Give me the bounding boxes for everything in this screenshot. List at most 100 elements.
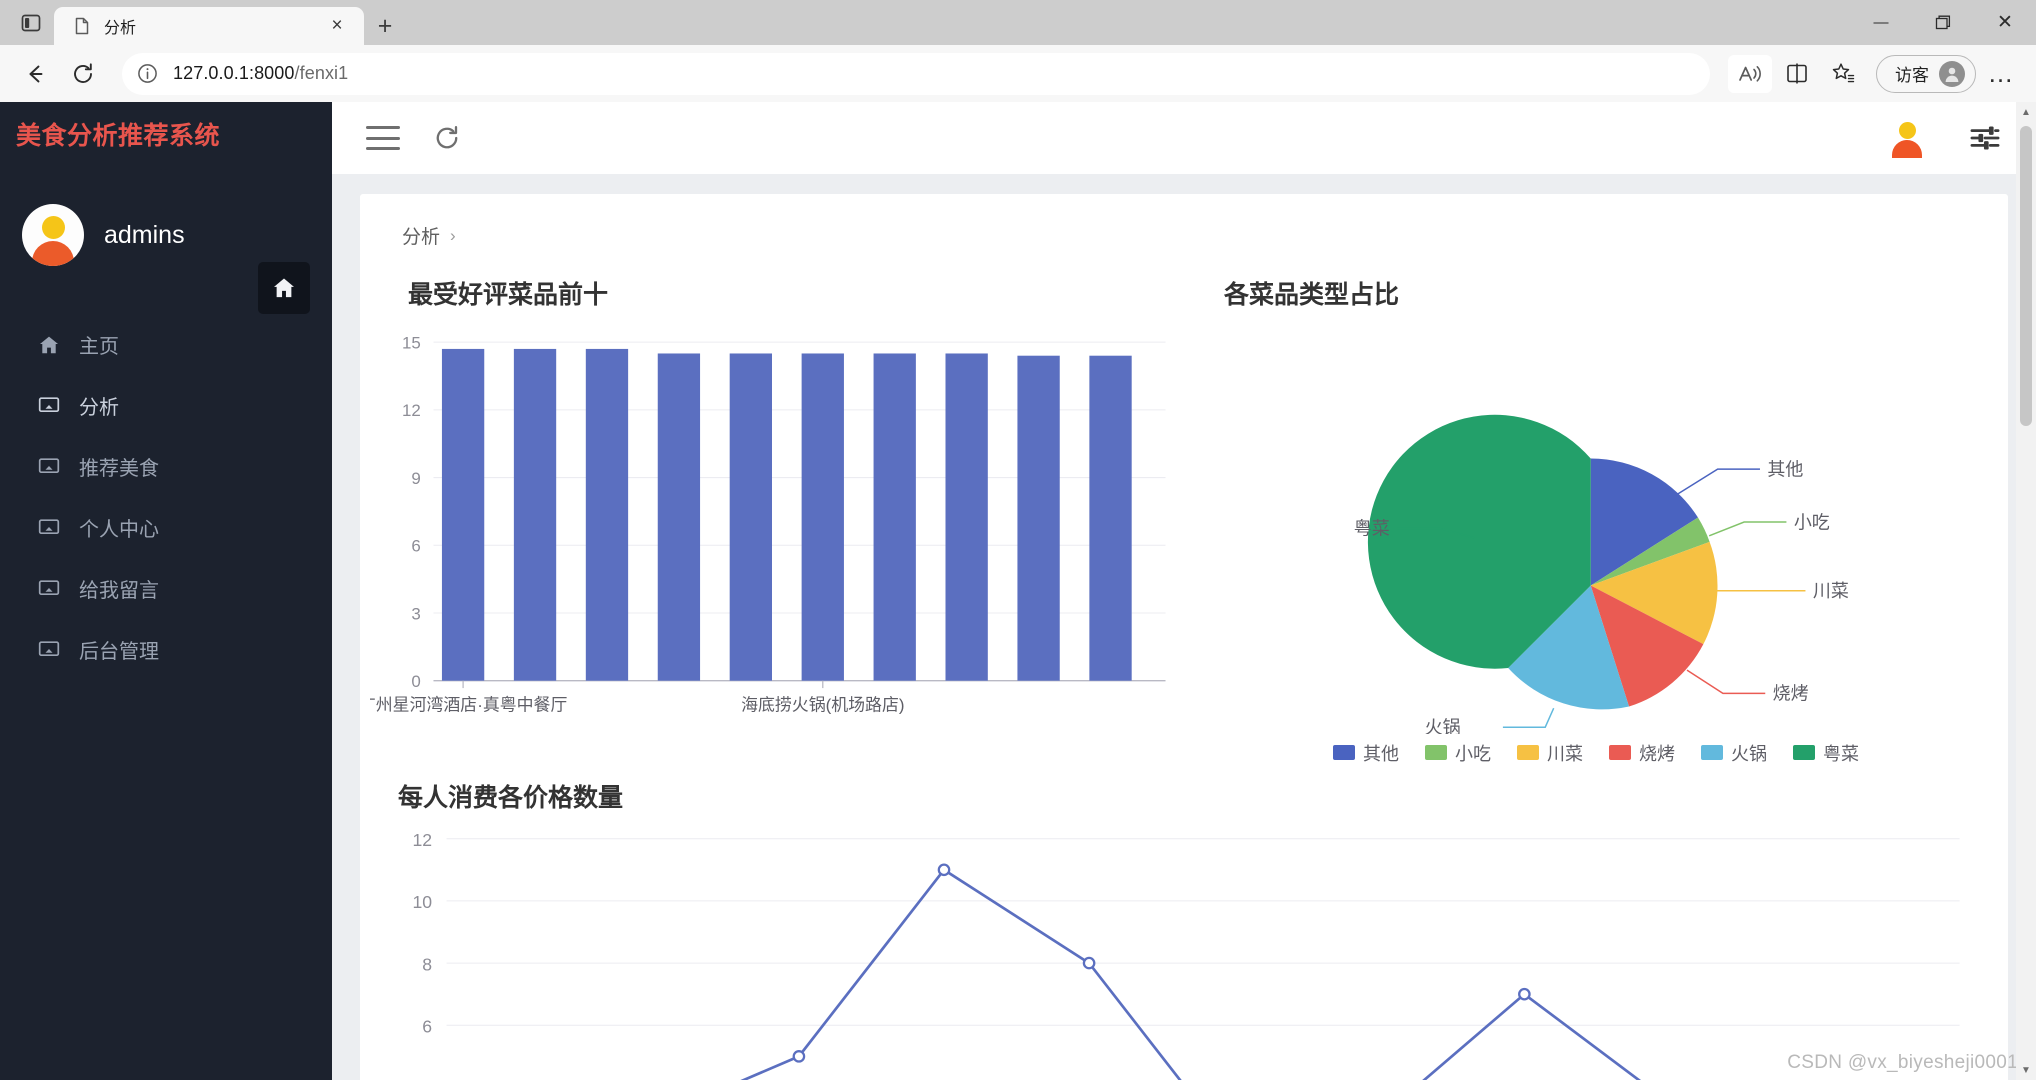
scroll-down-arrow[interactable]: ▼ (2016, 1060, 2036, 1080)
legend-item-sichuan[interactable]: 川菜 (1517, 740, 1583, 766)
split-screen-icon[interactable] (1776, 53, 1818, 95)
sidebar-item-home[interactable]: 主页 (0, 314, 332, 375)
legend-item-other[interactable]: 其他 (1333, 740, 1399, 766)
hamburger-icon[interactable] (366, 126, 400, 150)
home-shortcut-button[interactable] (258, 262, 310, 314)
analysis-card: 分析 › 最受好评菜品前十 15 12 9 6 3 0 广州星河湾酒店·真粤中餐… (360, 194, 2008, 1080)
pie-label-sichuan: 川菜 (1813, 581, 1849, 601)
close-icon[interactable]: × (322, 11, 352, 41)
legend-label: 火锅 (1731, 743, 1767, 764)
bar-series (441, 348, 1132, 681)
bar (657, 353, 701, 681)
sidebar-item-profile[interactable]: 个人中心 (0, 497, 332, 558)
pie-legend: 其他 小吃 川菜 烧烤 火锅 粤菜 (1194, 734, 1998, 766)
sidebar-nav: 主页 分析 推荐美食 个人中心 给我留言 后台管理 (0, 310, 332, 680)
legend-item-hotpot[interactable]: 火锅 (1701, 740, 1767, 766)
pie-slices (1367, 414, 1718, 710)
monitor-icon (36, 454, 62, 480)
user-name: admins (104, 220, 185, 249)
sliders-icon[interactable] (1968, 121, 2002, 155)
tab-actions-icon[interactable] (8, 0, 54, 45)
pie-label-cantonese: 粤菜 (1354, 519, 1390, 539)
read-aloud-icon[interactable] (1728, 54, 1772, 93)
line-point (937, 863, 951, 876)
url-path: /fenxi1 (294, 63, 349, 83)
legend-item-snack[interactable]: 小吃 (1425, 740, 1491, 766)
line-point (1518, 987, 1531, 1001)
y-tick-label: 10 (412, 892, 432, 912)
bar-chart-title: 最受好评菜品前十 (408, 281, 609, 309)
bar (513, 348, 557, 681)
bar (801, 353, 844, 681)
y-tick-label: 6 (422, 1016, 432, 1036)
legend-swatch (1701, 745, 1723, 761)
topbar-actions (1888, 119, 2002, 158)
home-icon (36, 332, 62, 358)
sidebar-item-label: 分析 (79, 397, 119, 419)
page-viewport: 美食分析推荐系统 admins 主页 分析 推荐美食 个人中心 给我留言 后台管… (0, 102, 2036, 1080)
bar-chart[interactable]: 15 12 9 6 3 0 广州星河湾酒店·真粤中餐厅 海底捞火锅(机场路店) (370, 321, 1174, 734)
sidebar-item-message[interactable]: 给我留言 (0, 558, 332, 619)
charts-row: 最受好评菜品前十 15 12 9 6 3 0 广州星河湾酒店·真粤中餐厅 海底捞… (360, 249, 2008, 766)
line-point (1082, 956, 1096, 969)
pie-chart[interactable]: 其他 小吃 川菜 烧烤 火锅 粤菜 (1194, 321, 1998, 734)
new-tab-button[interactable]: + (364, 7, 406, 45)
bar (1089, 355, 1132, 681)
sidebar-item-admin[interactable]: 后台管理 (0, 619, 332, 680)
info-icon[interactable] (136, 62, 159, 85)
sidebar-item-analysis[interactable]: 分析 (0, 375, 332, 436)
browser-window: 分析 × + — ✕ 127.0.0.1:8000/fenxi1 访客 … 美食… (0, 0, 2036, 1080)
vertical-scrollbar[interactable]: ▲ ▼ (2016, 102, 2036, 1080)
refresh-icon[interactable] (432, 123, 462, 153)
sidebar-item-label: 后台管理 (79, 641, 159, 663)
y-tick-label: 9 (411, 469, 420, 488)
y-tick-label: 15 (402, 334, 421, 353)
chevron-right-icon: › (450, 225, 456, 245)
user-avatar (22, 204, 84, 266)
favorites-icon[interactable] (1822, 53, 1864, 95)
minimize-button[interactable]: — (1850, 0, 1912, 45)
address-bar[interactable]: 127.0.0.1:8000/fenxi1 (122, 52, 1710, 95)
legend-item-bbq[interactable]: 烧烤 (1609, 740, 1675, 766)
legend-item-cantonese[interactable]: 粤菜 (1793, 740, 1859, 766)
browser-toolbar: 127.0.0.1:8000/fenxi1 访客 … (0, 45, 2036, 102)
pie-label-snack: 小吃 (1794, 512, 1830, 532)
y-tick-label: 8 (422, 954, 432, 974)
legend-label: 其他 (1363, 743, 1399, 764)
monitor-icon (36, 393, 62, 419)
more-settings-button[interactable]: … (1980, 53, 2022, 95)
profile-chip[interactable]: 访客 (1876, 54, 1976, 93)
legend-swatch (1517, 745, 1539, 761)
legend-swatch (1425, 745, 1447, 761)
content-scroll-area: 分析 › 最受好评菜品前十 15 12 9 6 3 0 广州星河湾酒店·真粤中餐… (332, 174, 2036, 1080)
sidebar-item-label: 推荐美食 (79, 458, 159, 480)
maximize-button[interactable] (1912, 0, 1974, 45)
pie-label-bbq: 烧烤 (1773, 684, 1809, 704)
y-tick-label: 12 (402, 401, 421, 420)
tab-strip: 分析 × + (0, 0, 406, 45)
back-button[interactable] (14, 53, 56, 95)
sidebar-item-label: 给我留言 (79, 580, 159, 602)
line-chart-title: 每人消费各价格数量 (398, 783, 624, 812)
bar (945, 353, 988, 681)
pie-chart-panel: 各菜品类型占比 其他 小吃 川菜 烧烤 火锅 粤菜 其他 小吃 川菜 烧烤 火锅… (1184, 249, 2008, 766)
breadcrumb-current[interactable]: 分析 (402, 222, 440, 249)
bar-chart-panel: 最受好评菜品前十 15 12 9 6 3 0 广州星河湾酒店·真粤中餐厅 海底捞… (360, 249, 1184, 766)
bar (729, 353, 772, 681)
breadcrumb: 分析 › (360, 194, 2008, 249)
sidebar-item-recommend[interactable]: 推荐美食 (0, 436, 332, 497)
bar (441, 348, 485, 681)
line-chart[interactable]: 12 10 8 6 4 (360, 818, 2008, 1080)
monitor-icon (36, 515, 62, 541)
x-tick-label: 海底捞火锅(机场路店) (741, 695, 904, 714)
scrollbar-thumb[interactable] (2020, 126, 2032, 426)
y-tick-label: 0 (411, 672, 420, 691)
browser-tab[interactable]: 分析 × (54, 7, 364, 45)
user-icon[interactable] (1888, 119, 1926, 158)
y-tick-label: 6 (411, 537, 420, 556)
reload-button[interactable] (62, 53, 104, 95)
legend-swatch (1793, 745, 1815, 761)
scroll-up-arrow[interactable]: ▲ (2016, 102, 2036, 122)
legend-label: 烧烤 (1639, 743, 1675, 764)
close-window-button[interactable]: ✕ (1974, 0, 2036, 45)
